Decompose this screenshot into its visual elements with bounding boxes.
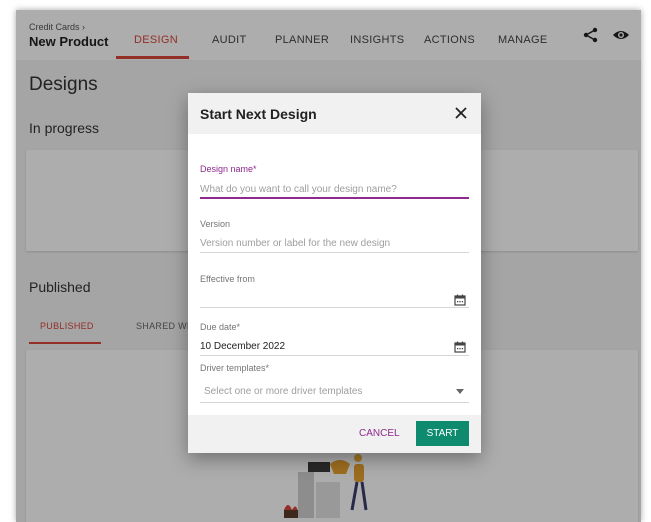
effective-from-underline (200, 307, 469, 308)
start-design-dialog: Start Next Design Design name* Version E… (188, 93, 481, 453)
effective-from-input[interactable] (200, 291, 450, 307)
close-icon[interactable] (454, 106, 468, 120)
calendar-icon[interactable] (454, 294, 466, 306)
dialog-header: Start Next Design (188, 93, 481, 134)
design-name-input[interactable] (200, 181, 469, 197)
due-date-underline (200, 355, 469, 356)
app-window: Credit Cards › New Product DESIGN AUDIT … (16, 10, 641, 522)
dropdown-arrow-icon[interactable] (456, 389, 464, 394)
version-label: Version (200, 219, 231, 229)
due-date-input[interactable] (200, 338, 450, 354)
driver-templates-select[interactable] (204, 383, 454, 399)
cancel-button[interactable]: CANCEL (353, 425, 406, 443)
design-name-underline (200, 197, 469, 199)
dialog-title: Start Next Design (200, 106, 317, 122)
calendar-icon[interactable] (454, 341, 466, 353)
version-underline (200, 252, 469, 253)
start-button[interactable]: START (416, 421, 469, 446)
driver-templates-underline (200, 402, 469, 403)
dialog-footer: CANCEL START (188, 415, 481, 453)
version-input[interactable] (200, 235, 469, 251)
design-name-label: Design name* (200, 164, 257, 174)
driver-templates-label: Driver templates* (200, 363, 270, 373)
due-date-label: Due date* (200, 322, 241, 332)
effective-from-label: Effective from (200, 274, 255, 284)
